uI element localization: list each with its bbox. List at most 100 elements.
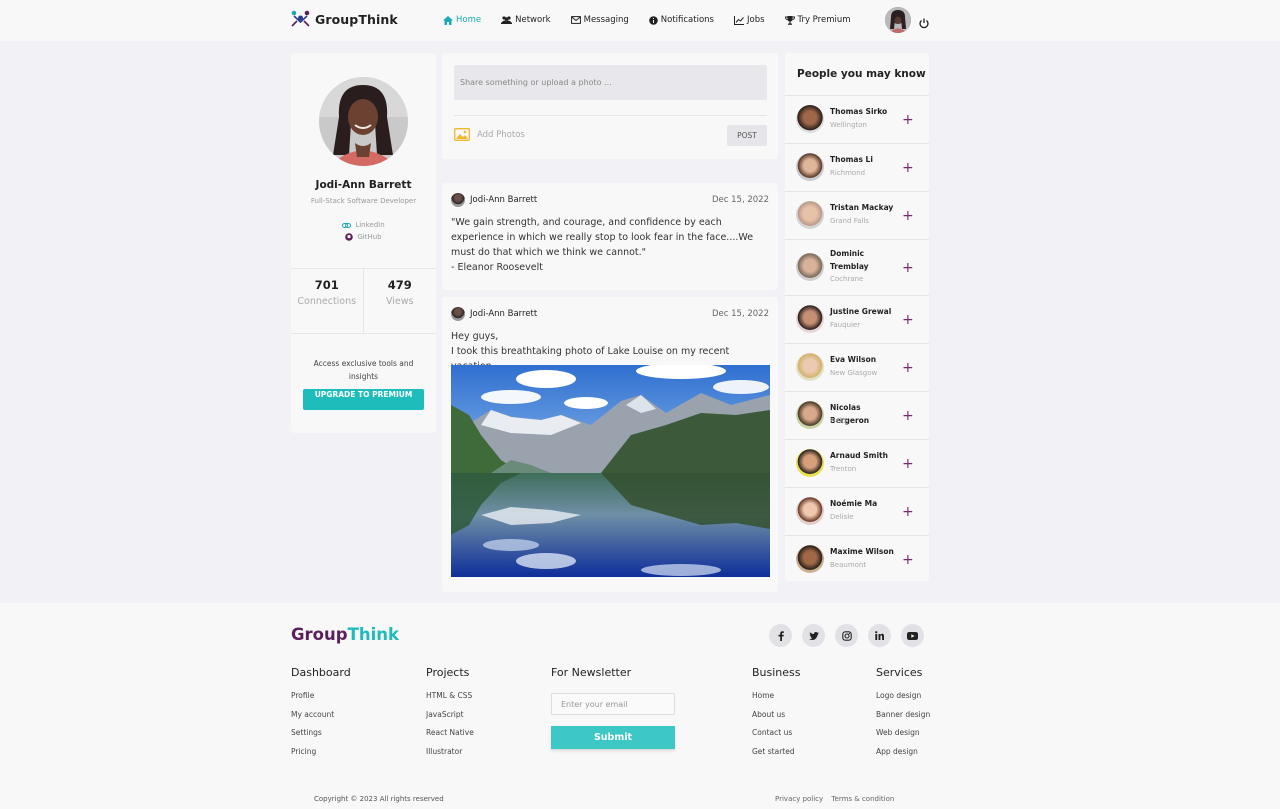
terms-link[interactable]: Terms & condition (831, 795, 894, 803)
footer-link-html-css[interactable]: HTML & CSS (426, 691, 474, 700)
person-name: Tristan Mackay (830, 203, 894, 212)
linkedin-label: LinkedIn (355, 221, 385, 229)
profile-title: Full-Stack Software Developer (310, 197, 417, 205)
person-name: Justine Grewal (830, 307, 892, 316)
add-person-icon[interactable]: + (902, 113, 914, 127)
add-person-icon[interactable]: + (902, 209, 914, 223)
footer-link-javascript[interactable]: JavaScript (426, 710, 474, 719)
footer-link-home[interactable]: Home (752, 691, 801, 700)
footer-link-react-native[interactable]: React Native (426, 728, 474, 737)
add-person-icon[interactable]: + (902, 505, 914, 519)
person-city: Grand Falls (830, 217, 869, 225)
nav-network-label: Network (515, 15, 551, 25)
github-icon (345, 233, 354, 241)
upgrade-premium-button[interactable]: UPGRADE TO PREMIUM (303, 389, 424, 410)
footer-link-profile[interactable]: Profile (291, 691, 351, 700)
twitter-icon[interactable] (802, 624, 825, 647)
footer: GroupThink Dashboard Profile My account … (0, 603, 1280, 809)
add-person-icon[interactable]: + (902, 553, 914, 567)
brand-name: GroupThink (315, 11, 398, 27)
envelope-icon (570, 16, 581, 24)
power-icon[interactable] (919, 14, 929, 33)
add-person-icon[interactable]: + (902, 161, 914, 175)
nav-avatar[interactable] (885, 7, 911, 33)
add-person-icon[interactable]: + (902, 261, 914, 275)
footer-brand-part: Group (291, 625, 348, 644)
post-quote: "We gain strength, and courage, and conf… (451, 217, 754, 258)
add-person-icon[interactable]: + (902, 457, 914, 471)
post-card: Jodi-Ann Barrett Dec 15, 2022 Hey guys, … (442, 297, 778, 592)
trophy-icon (784, 15, 795, 25)
footer-link-logo-design[interactable]: Logo design (876, 691, 930, 700)
nav-notifications[interactable]: Notifications (648, 15, 714, 25)
add-person-icon[interactable]: + (902, 409, 914, 423)
footer-column-title: For Newsletter (551, 666, 632, 679)
person-item[interactable]: Justine Grewal Fauquier + (785, 295, 929, 343)
post-text: "We gain strength, and courage, and conf… (451, 215, 771, 275)
privacy-policy-link[interactable]: Privacy policy (775, 795, 823, 803)
footer-link-my-account[interactable]: My account (291, 710, 351, 719)
top-navbar: GroupThink Home Network Messaging Notifi… (0, 0, 1280, 41)
person-name: Arnaud Smith (830, 451, 888, 460)
post-date: Dec 15, 2022 (711, 309, 769, 319)
instagram-icon[interactable] (835, 624, 858, 647)
person-avatar (796, 201, 824, 229)
footer-link-about-us[interactable]: About us (752, 710, 801, 719)
nav-home[interactable]: Home (443, 15, 481, 25)
github-link[interactable]: GitHub (291, 233, 436, 241)
share-input[interactable] (454, 65, 767, 100)
footer-link-app-design[interactable]: App design (876, 747, 930, 756)
person-item[interactable]: Dominic Tremblay Cochrane + (785, 239, 929, 295)
add-photos-label: Add Photos (477, 129, 525, 140)
views-stat[interactable]: 479 Views (364, 269, 437, 333)
nav-messaging[interactable]: Messaging (570, 15, 629, 25)
author-name: Jodi-Ann Barrett (470, 195, 538, 205)
post-author[interactable]: Jodi-Ann Barrett (451, 307, 537, 321)
post-line: Hey guys, (451, 331, 499, 342)
connections-stat[interactable]: 701 Connections (291, 269, 364, 333)
person-item[interactable]: Noémie Ma Delisle + (785, 487, 929, 535)
nav-notifications-label: Notifications (660, 15, 714, 25)
nav-premium[interactable]: Try Premium (784, 15, 851, 25)
footer-link-banner-design[interactable]: Banner design (876, 710, 930, 719)
footer-services-column: Services Logo design Banner design Web d… (876, 666, 930, 765)
footer-link-illustrator[interactable]: Illustrator (426, 747, 474, 756)
footer-link-pricing[interactable]: Pricing (291, 747, 351, 756)
person-item[interactable]: Thomas Li Richmond + (785, 143, 929, 191)
person-item[interactable]: Nicolas Bergeron Field + (785, 391, 929, 439)
nav-jobs[interactable]: Jobs (733, 15, 765, 25)
person-name: Noémie Ma (830, 499, 878, 508)
youtube-icon[interactable] (901, 624, 924, 647)
brand[interactable]: GroupThink (291, 10, 398, 28)
legal-links: Privacy policy Terms & condition (775, 795, 900, 803)
newsletter-email-input[interactable] (551, 693, 675, 715)
person-item[interactable]: Eva Wilson New Glasgow + (785, 343, 929, 391)
footer-link-web-design[interactable]: Web design (876, 728, 930, 737)
footer-link-settings[interactable]: Settings (291, 728, 351, 737)
add-person-icon[interactable]: + (902, 361, 914, 375)
social-links (769, 624, 934, 647)
person-name: Eva Wilson (830, 355, 877, 364)
post-button[interactable]: POST (727, 125, 767, 146)
post-author[interactable]: Jodi-Ann Barrett (451, 193, 537, 207)
image-icon (454, 128, 470, 141)
linkedin-icon[interactable] (868, 624, 891, 647)
person-item[interactable]: Arnaud Smith Trenton + (785, 439, 929, 487)
person-city: Beaumont (830, 561, 867, 569)
footer-brand[interactable]: GroupThink (291, 625, 399, 644)
lake-photo[interactable] (451, 365, 770, 577)
person-avatar (796, 545, 824, 573)
person-item[interactable]: Thomas Sirko Wellington + (785, 95, 929, 143)
newsletter-submit-button[interactable]: Submit (551, 726, 675, 749)
person-item[interactable]: Tristan Mackay Grand Falls + (785, 191, 929, 239)
add-photos-button[interactable]: Add Photos (454, 128, 525, 141)
person-city: New Glasgow (830, 369, 878, 377)
linkedin-link[interactable]: LinkedIn (291, 221, 436, 229)
footer-link-contact-us[interactable]: Contact us (752, 728, 801, 737)
footer-link-get-started[interactable]: Get started (752, 747, 801, 756)
users-icon (501, 16, 513, 24)
facebook-icon[interactable] (769, 624, 792, 647)
nav-network[interactable]: Network (501, 15, 551, 25)
add-person-icon[interactable]: + (902, 313, 914, 327)
person-item[interactable]: Maxime Wilson Beaumont + (785, 535, 929, 581)
